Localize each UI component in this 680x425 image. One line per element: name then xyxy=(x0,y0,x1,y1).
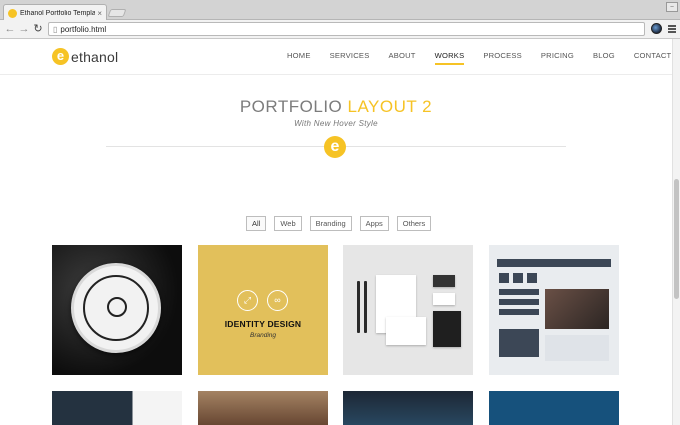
nav-item-works[interactable]: WORKS xyxy=(434,39,465,75)
portfolio-filters: All Web Branding Apps Others xyxy=(246,216,439,231)
ethanol-logo-icon: e xyxy=(52,48,69,65)
portfolio-item-landing-page[interactable] xyxy=(343,391,473,425)
page-icon: ▯ xyxy=(53,24,58,34)
pen-image xyxy=(357,281,360,333)
filter-branding-button[interactable]: Branding xyxy=(309,216,352,231)
nav-item-process[interactable]: PROCESS xyxy=(483,39,522,75)
item-category: Branding xyxy=(249,332,277,339)
notebook-image xyxy=(433,311,461,347)
filter-others-button[interactable]: Others xyxy=(396,216,432,231)
ethanol-favicon-icon xyxy=(8,8,17,18)
section-title: PORTFOLIO LAYOUT 2 xyxy=(0,97,672,117)
distillery-seal-image xyxy=(71,263,161,353)
filter-web-button[interactable]: Web xyxy=(274,216,302,231)
main-nav: HOME SERVICES ABOUT WORKS PROCESS PRICIN… xyxy=(287,39,672,75)
window-control-button[interactable]: – xyxy=(666,2,678,12)
forward-arrow-icon[interactable]: → xyxy=(18,22,30,36)
card-image xyxy=(433,275,455,287)
nav-item-services[interactable]: SERVICES xyxy=(330,39,370,75)
filter-all-button[interactable]: All xyxy=(246,216,267,231)
portfolio-item-malt-tonic[interactable] xyxy=(52,245,182,375)
nav-item-blog[interactable]: BLOG xyxy=(593,39,615,75)
pen-image xyxy=(364,281,367,333)
section-title-main: PORTFOLIO xyxy=(239,97,343,116)
nav-item-contact[interactable]: CONTACT xyxy=(634,39,672,75)
portfolio-item-ui-kit[interactable] xyxy=(489,245,619,375)
nav-item-pricing[interactable]: PRICING xyxy=(541,39,574,75)
browser-tab[interactable]: Ethanol Portfolio Template × xyxy=(3,4,107,21)
envelope-image xyxy=(386,317,426,345)
card-image xyxy=(433,293,455,305)
link-icon[interactable]: ∞ xyxy=(267,290,288,311)
section-subtitle: With New Hover Style xyxy=(294,119,378,128)
portfolio-item-web-template[interactable] xyxy=(52,391,182,425)
nav-item-home[interactable]: HOME xyxy=(287,39,311,75)
site-header: e ethanol HOME SERVICES ABOUT WORKS PROC… xyxy=(0,39,672,75)
site-logo[interactable]: e ethanol xyxy=(52,48,118,65)
scrollbar-thumb[interactable] xyxy=(674,179,679,299)
divider-badge: e xyxy=(324,136,346,158)
page-scrollbar[interactable] xyxy=(672,39,680,425)
section-title-accent: LAYOUT 2 xyxy=(347,97,433,116)
magnify-icon[interactable]: ⤢ xyxy=(237,290,258,311)
browser-tab-bar: Ethanol Portfolio Template × – xyxy=(0,0,680,21)
logo-text: ethanol xyxy=(71,48,119,65)
ethanol-badge-icon: e xyxy=(324,136,346,158)
globe-extension-icon[interactable] xyxy=(651,23,662,34)
item-title: IDENTITY DESIGN xyxy=(224,319,302,329)
new-tab-button[interactable] xyxy=(107,9,127,17)
portfolio-item-mobile-app[interactable] xyxy=(198,391,328,425)
back-arrow-icon[interactable]: ← xyxy=(4,22,16,36)
url-input[interactable] xyxy=(60,24,621,34)
portfolio-item-profile-ui[interactable] xyxy=(489,391,619,425)
hover-actions: ⤢ ∞ xyxy=(237,290,297,311)
browser-toolbar: ← → ↻ ▯ xyxy=(0,20,680,39)
filter-apps-button[interactable]: Apps xyxy=(359,216,389,231)
page-viewport: e ethanol HOME SERVICES ABOUT WORKS PROC… xyxy=(0,39,672,425)
reload-icon[interactable]: ↻ xyxy=(32,22,44,36)
portfolio-item-identity-design[interactable]: ⤢ ∞ IDENTITY DESIGN Branding xyxy=(198,245,328,375)
tab-close-icon[interactable]: × xyxy=(97,9,102,18)
hamburger-menu-icon[interactable] xyxy=(668,25,676,33)
address-bar[interactable]: ▯ xyxy=(48,22,645,36)
tab-title: Ethanol Portfolio Template xyxy=(20,9,96,17)
portfolio-item-stationery[interactable] xyxy=(343,245,473,375)
nav-item-about[interactable]: ABOUT xyxy=(388,39,415,75)
